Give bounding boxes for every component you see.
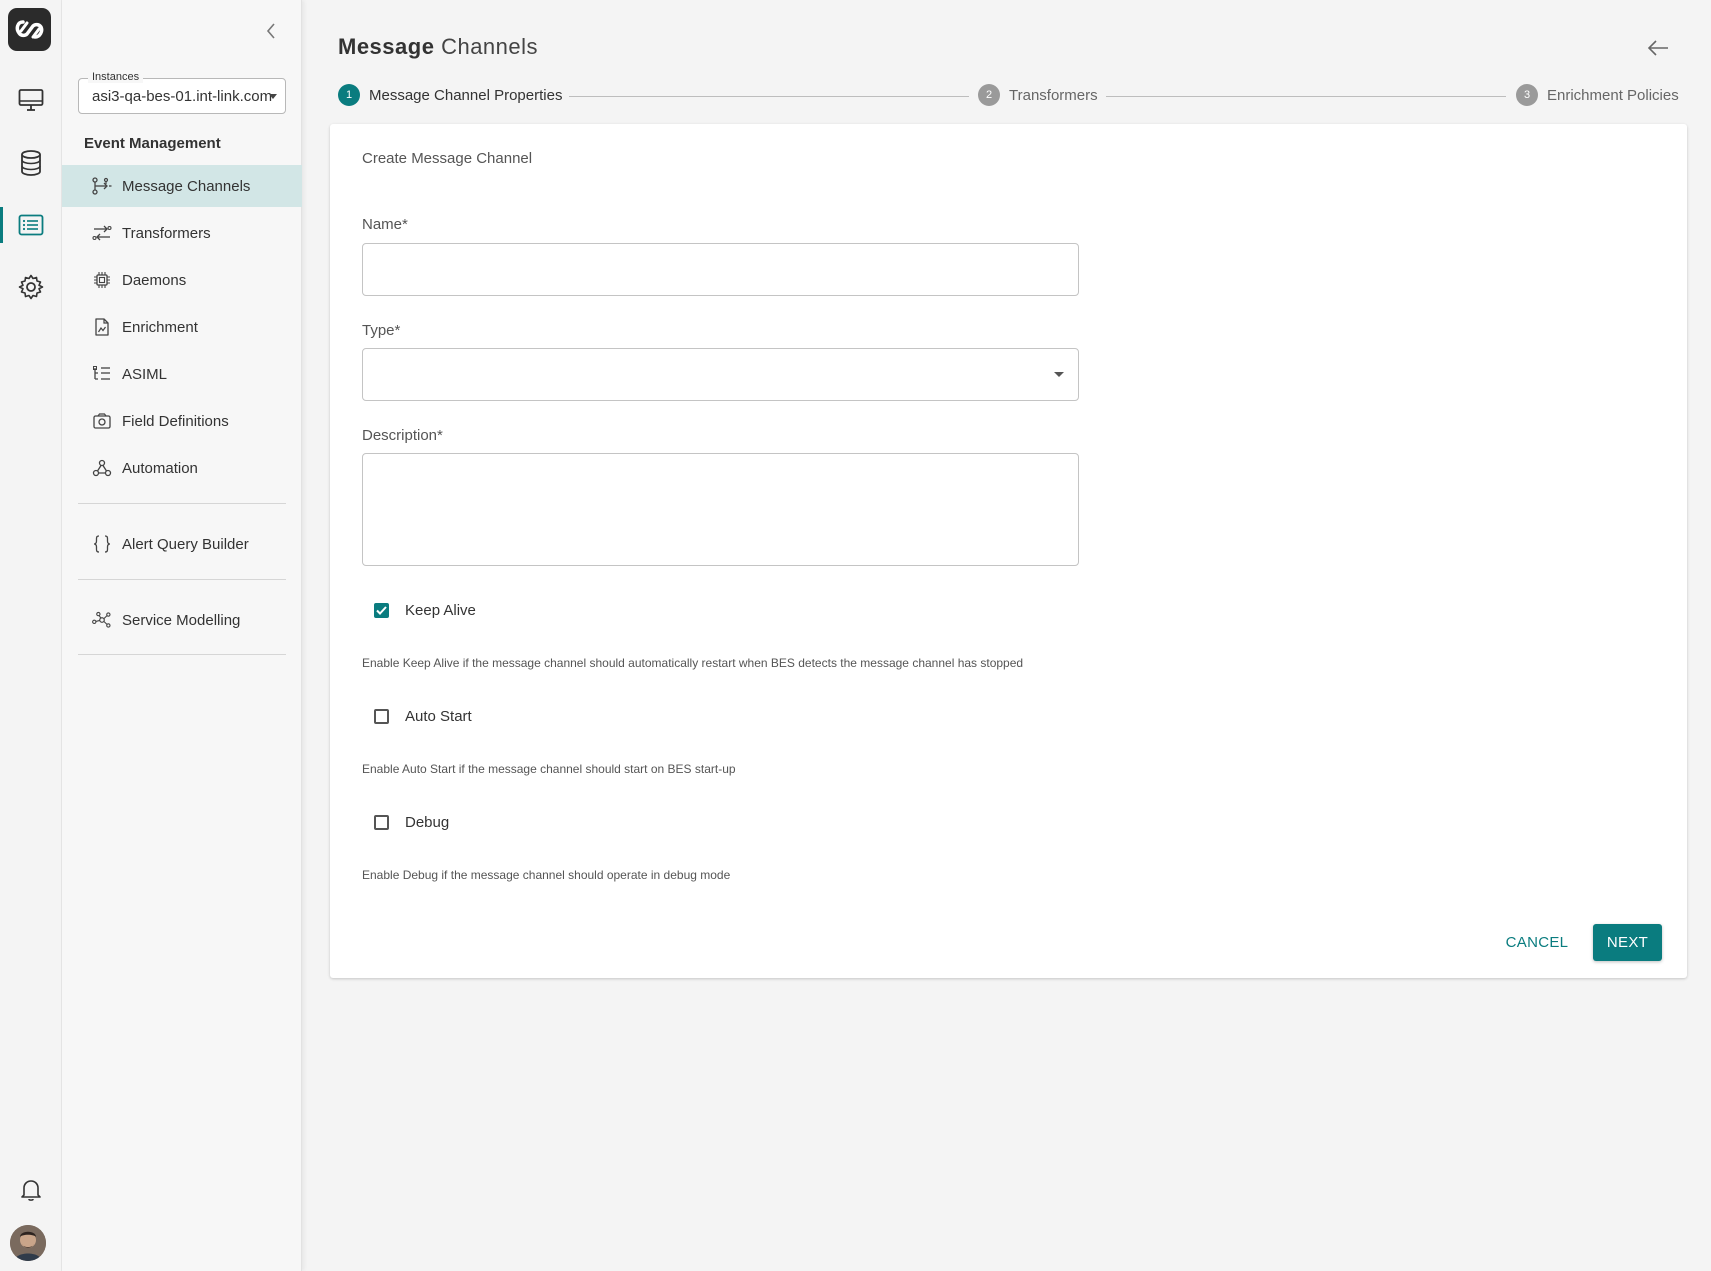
name-input[interactable] xyxy=(362,243,1079,296)
sidebar-item-transformers[interactable]: Transformers xyxy=(62,212,302,254)
keep-alive-label: Keep Alive xyxy=(405,602,476,619)
step-transformers[interactable]: 2 Transformers xyxy=(978,84,1098,106)
auto-start-checkbox-row[interactable]: Auto Start xyxy=(374,708,472,725)
braces-icon xyxy=(92,534,112,554)
page-title-rest: Channels xyxy=(441,34,539,59)
database-icon xyxy=(21,150,41,176)
rail-settings-button[interactable] xyxy=(0,265,62,309)
sidebar-item-label: Automation xyxy=(122,459,198,477)
sidebar-item-enrichment[interactable]: Enrichment xyxy=(62,306,302,348)
list-icon xyxy=(18,214,44,236)
sidebar-divider xyxy=(78,654,286,655)
next-button[interactable]: NEXT xyxy=(1593,924,1662,961)
webhook-icon xyxy=(92,458,112,478)
sidebar-item-label: Daemons xyxy=(122,271,187,289)
sidebar-item-label: Transformers xyxy=(122,224,211,242)
auto-start-checkbox[interactable] xyxy=(374,709,389,724)
user-avatar-icon xyxy=(10,1225,46,1261)
step-number: 3 xyxy=(1516,84,1538,106)
description-label: Description* xyxy=(362,427,443,444)
app-logo[interactable] xyxy=(8,8,51,51)
sidebar-item-label: ASIML xyxy=(122,365,168,383)
page-title-bold: Message xyxy=(338,34,435,59)
sidebar-item-daemons[interactable]: Daemons xyxy=(62,259,302,301)
camera-icon xyxy=(92,411,112,431)
step-connector xyxy=(569,96,969,97)
transform-icon xyxy=(92,223,112,243)
collapse-sidebar-button[interactable] xyxy=(258,18,284,44)
stepper: 1 Message Channel Properties 2 Transform… xyxy=(338,84,1679,108)
keep-alive-checkbox-row[interactable]: Keep Alive xyxy=(374,602,476,619)
type-select[interactable] xyxy=(362,348,1079,401)
rail-notifications-button[interactable] xyxy=(0,1168,62,1212)
rail-list-button[interactable] xyxy=(0,203,62,247)
rail-database-button[interactable] xyxy=(0,141,62,185)
sidebar-item-field-definitions[interactable]: Field Definitions xyxy=(62,400,302,442)
sidebar-item-label: Service Modelling xyxy=(122,611,241,629)
chevron-left-icon xyxy=(266,23,275,39)
instances-select[interactable]: Instances asi3-qa-bes-01.int-link.com xyxy=(78,71,286,114)
caret-down-icon xyxy=(269,94,277,99)
caret-down-icon xyxy=(1054,372,1064,377)
debug-checkbox-row[interactable]: Debug xyxy=(374,814,449,831)
sidebar-divider xyxy=(78,579,286,580)
cancel-button[interactable]: CANCEL xyxy=(1502,924,1572,960)
sidebar: Instances asi3-qa-bes-01.int-link.com Ev… xyxy=(62,0,302,1271)
debug-help: Enable Debug if the message channel shou… xyxy=(362,868,731,882)
icon-rail xyxy=(0,0,62,1271)
auto-start-help: Enable Auto Start if the message channel… xyxy=(362,762,736,776)
auto-start-label: Auto Start xyxy=(405,708,472,725)
arrow-left-icon xyxy=(1647,40,1668,56)
monitor-icon xyxy=(18,89,44,111)
sidebar-item-message-channels[interactable]: Message Channels xyxy=(62,165,302,207)
sidebar-item-service-modelling[interactable]: Service Modelling xyxy=(62,599,302,641)
step-enrichment-policies[interactable]: 3 Enrichment Policies xyxy=(1516,84,1679,106)
document-icon xyxy=(92,317,112,337)
sidebar-item-alert-query-builder[interactable]: Alert Query Builder xyxy=(62,523,302,565)
channels-icon xyxy=(92,176,112,196)
step-message-channel-properties[interactable]: 1 Message Channel Properties xyxy=(338,84,562,106)
type-label: Type* xyxy=(362,322,401,339)
chip-icon xyxy=(92,270,112,290)
sidebar-item-label: Enrichment xyxy=(122,318,198,336)
section-title: Event Management xyxy=(84,135,221,152)
form-card: Create Message Channel Name* Type* Descr… xyxy=(330,124,1687,978)
step-label: Enrichment Policies xyxy=(1547,86,1679,104)
sidebar-item-label: Alert Query Builder xyxy=(122,535,249,553)
keep-alive-help: Enable Keep Alive if the message channel… xyxy=(362,656,1024,670)
step-number: 1 xyxy=(338,84,360,106)
name-label: Name* xyxy=(362,216,408,233)
debug-checkbox[interactable] xyxy=(374,815,389,830)
step-label: Transformers xyxy=(1009,86,1098,104)
back-button[interactable] xyxy=(1644,34,1672,62)
instances-label: Instances xyxy=(88,71,144,83)
page-title: Message Channels xyxy=(338,34,538,60)
sidebar-item-label: Field Definitions xyxy=(122,412,229,430)
checkmark-icon xyxy=(376,606,387,615)
logo-icon xyxy=(15,19,43,39)
bell-icon xyxy=(21,1180,41,1201)
step-number: 2 xyxy=(978,84,1000,106)
sidebar-item-automation[interactable]: Automation xyxy=(62,447,302,489)
step-label: Message Channel Properties xyxy=(369,86,563,104)
sidebar-item-asiml[interactable]: ASIML xyxy=(62,353,302,395)
avatar[interactable] xyxy=(10,1225,46,1261)
sidebar-divider xyxy=(78,503,286,504)
instances-value: asi3-qa-bes-01.int-link.com xyxy=(92,88,273,105)
step-connector xyxy=(1106,96,1506,97)
tree-list-icon xyxy=(92,364,112,384)
keep-alive-checkbox[interactable] xyxy=(374,603,389,618)
description-textarea[interactable] xyxy=(362,453,1079,566)
debug-label: Debug xyxy=(405,814,450,831)
form-title: Create Message Channel xyxy=(362,150,533,167)
gear-icon xyxy=(18,274,44,300)
rail-monitor-button[interactable] xyxy=(0,78,62,122)
sidebar-item-label: Message Channels xyxy=(122,177,251,195)
network-icon xyxy=(92,610,112,630)
